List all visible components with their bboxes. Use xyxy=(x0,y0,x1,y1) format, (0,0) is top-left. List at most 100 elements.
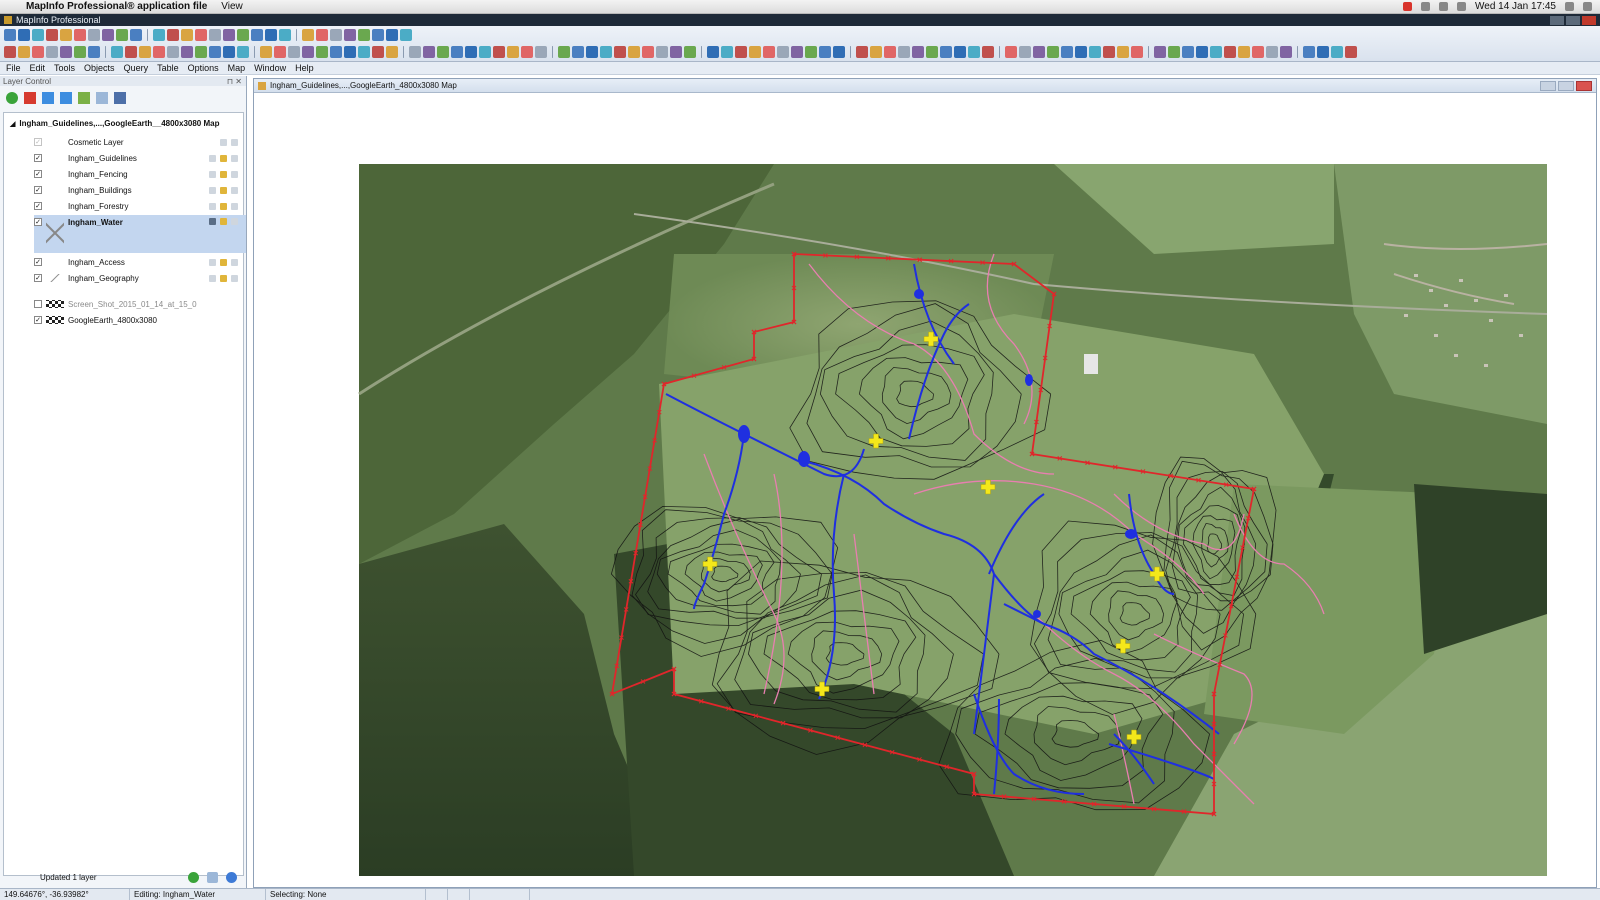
toolbar-tool-icon[interactable] xyxy=(88,28,100,41)
layer-visibility-checkbox[interactable]: ✓ xyxy=(34,218,42,226)
layer-row-cosmetic[interactable]: ✓ Cosmetic Layer xyxy=(34,135,246,149)
layer-row-screenshot[interactable]: Screen_Shot_2015_01_14_at_15_0 xyxy=(34,297,246,311)
record-icon[interactable] xyxy=(1403,2,1412,11)
refresh-icon[interactable] xyxy=(188,871,199,883)
toolbar-tool-icon[interactable] xyxy=(130,28,142,41)
toolbar-tool-icon[interactable] xyxy=(1075,45,1087,58)
toolbar-tool-icon[interactable] xyxy=(32,45,44,58)
label-icon[interactable] xyxy=(231,170,238,178)
toolbar-tool-icon[interactable] xyxy=(856,45,868,58)
move-layer-up-icon[interactable] xyxy=(42,92,54,104)
toolbar-tool-icon[interactable] xyxy=(167,28,179,41)
toolbar-tool-icon[interactable] xyxy=(1019,45,1031,58)
menu-help[interactable]: Help xyxy=(295,63,314,73)
toolbar-tool-icon[interactable] xyxy=(358,28,370,41)
selectable-icon[interactable] xyxy=(231,138,238,146)
toolbar-tool-icon[interactable] xyxy=(954,45,966,58)
toolbar-tool-icon[interactable] xyxy=(153,45,165,58)
collapse-triangle-icon[interactable]: ◢ xyxy=(10,120,15,128)
toolbar-tool-icon[interactable] xyxy=(1047,45,1059,58)
toolbar-tool-icon[interactable] xyxy=(409,45,421,58)
selectable-icon[interactable] xyxy=(220,274,227,282)
toolbar-tool-icon[interactable] xyxy=(1089,45,1101,58)
toolbar-tool-icon[interactable] xyxy=(1005,45,1017,58)
layer-visibility-checkbox[interactable]: ✓ xyxy=(34,170,42,178)
layer-row-buildings[interactable]: ✓ Ingham_Buildings xyxy=(34,183,246,197)
toolbar-tool-icon[interactable] xyxy=(507,45,519,58)
editable-icon[interactable] xyxy=(220,138,227,146)
toolbar-tool-icon[interactable] xyxy=(912,45,924,58)
search-icon[interactable] xyxy=(1565,2,1574,11)
editable-icon[interactable] xyxy=(209,154,216,162)
menu-file[interactable]: File xyxy=(6,63,21,73)
menu-table[interactable]: Table xyxy=(157,63,179,73)
toolbar-tool-icon[interactable] xyxy=(777,45,789,58)
add-layer-icon[interactable] xyxy=(6,92,18,104)
toolbar-tool-icon[interactable] xyxy=(88,45,100,58)
toolbar-tool-icon[interactable] xyxy=(1033,45,1045,58)
toolbar-tool-icon[interactable] xyxy=(721,45,733,58)
minimize-button[interactable] xyxy=(1550,15,1564,25)
map-canvas[interactable] xyxy=(254,94,1596,887)
toolbar-tool-icon[interactable] xyxy=(302,45,314,58)
map-close-button[interactable] xyxy=(1576,80,1592,91)
toolbar-tool-icon[interactable] xyxy=(330,28,342,41)
selectable-icon[interactable] xyxy=(220,202,227,210)
toolbar-tool-icon[interactable] xyxy=(344,28,356,41)
toolbar-tool-icon[interactable] xyxy=(535,45,547,58)
toolbar-tool-icon[interactable] xyxy=(18,28,30,41)
toolbar-tool-icon[interactable] xyxy=(572,45,584,58)
toolbar-tool-icon[interactable] xyxy=(1196,45,1208,58)
move-layer-down-icon[interactable] xyxy=(60,92,72,104)
clock[interactable]: Wed 14 Jan 17:45 xyxy=(1475,1,1556,12)
label-icon[interactable] xyxy=(231,154,238,162)
map-minimize-button[interactable] xyxy=(1540,80,1556,91)
toolbar-tool-icon[interactable] xyxy=(111,45,123,58)
layer-properties-icon[interactable] xyxy=(78,92,90,104)
maximize-button[interactable] xyxy=(1566,15,1580,25)
toolbar-tool-icon[interactable] xyxy=(1103,45,1115,58)
menu-tools[interactable]: Tools xyxy=(54,63,75,73)
toolbar-tool-icon[interactable] xyxy=(884,45,896,58)
toolbar-tool-icon[interactable] xyxy=(791,45,803,58)
layer-visibility-checkbox[interactable]: ✓ xyxy=(34,154,42,162)
toolbar-tool-icon[interactable] xyxy=(358,45,370,58)
toolbar-tool-icon[interactable] xyxy=(1154,45,1166,58)
label-icon[interactable] xyxy=(231,202,238,210)
toolbar-tool-icon[interactable] xyxy=(167,45,179,58)
label-icon[interactable] xyxy=(231,274,238,282)
toolbar-tool-icon[interactable] xyxy=(344,45,356,58)
toolbar-tool-icon[interactable] xyxy=(1117,45,1129,58)
volume-icon[interactable] xyxy=(1421,2,1430,11)
toolbar-tool-icon[interactable] xyxy=(1331,45,1343,58)
toolbar-tool-icon[interactable] xyxy=(423,45,435,58)
toolbar-tool-icon[interactable] xyxy=(316,45,328,58)
toolbar-tool-icon[interactable] xyxy=(302,28,314,41)
toolbar-tool-icon[interactable] xyxy=(237,28,249,41)
toolbar-tool-icon[interactable] xyxy=(670,45,682,58)
label-icon[interactable] xyxy=(231,258,238,266)
toolbar-tool-icon[interactable] xyxy=(982,45,994,58)
label-icon[interactable] xyxy=(231,218,238,225)
toolbar-tool-icon[interactable] xyxy=(656,45,668,58)
toolbar-tool-icon[interactable] xyxy=(153,28,165,41)
editable-icon[interactable] xyxy=(209,258,216,266)
toolbar-tool-icon[interactable] xyxy=(116,28,128,41)
layer-tree-root[interactable]: ◢ Ingham_Guidelines,...,GoogleEarth__480… xyxy=(10,119,219,128)
toolbar-tool-icon[interactable] xyxy=(642,45,654,58)
menu-query[interactable]: Query xyxy=(124,63,149,73)
editable-icon[interactable] xyxy=(209,274,216,282)
toolbar-tool-icon[interactable] xyxy=(735,45,747,58)
toolbar-tool-icon[interactable] xyxy=(763,45,775,58)
toolbar-tool-icon[interactable] xyxy=(926,45,938,58)
toolbar-tool-icon[interactable] xyxy=(898,45,910,58)
options-icon[interactable] xyxy=(207,871,218,883)
toolbar-tool-icon[interactable] xyxy=(46,28,58,41)
menu-options[interactable]: Options xyxy=(188,63,219,73)
close-button[interactable] xyxy=(1582,15,1596,25)
toolbar-tool-icon[interactable] xyxy=(614,45,626,58)
toolbar-tool-icon[interactable] xyxy=(465,45,477,58)
toolbar-tool-icon[interactable] xyxy=(102,28,114,41)
help-icon[interactable] xyxy=(226,871,237,883)
toolbar-tool-icon[interactable] xyxy=(279,28,291,41)
